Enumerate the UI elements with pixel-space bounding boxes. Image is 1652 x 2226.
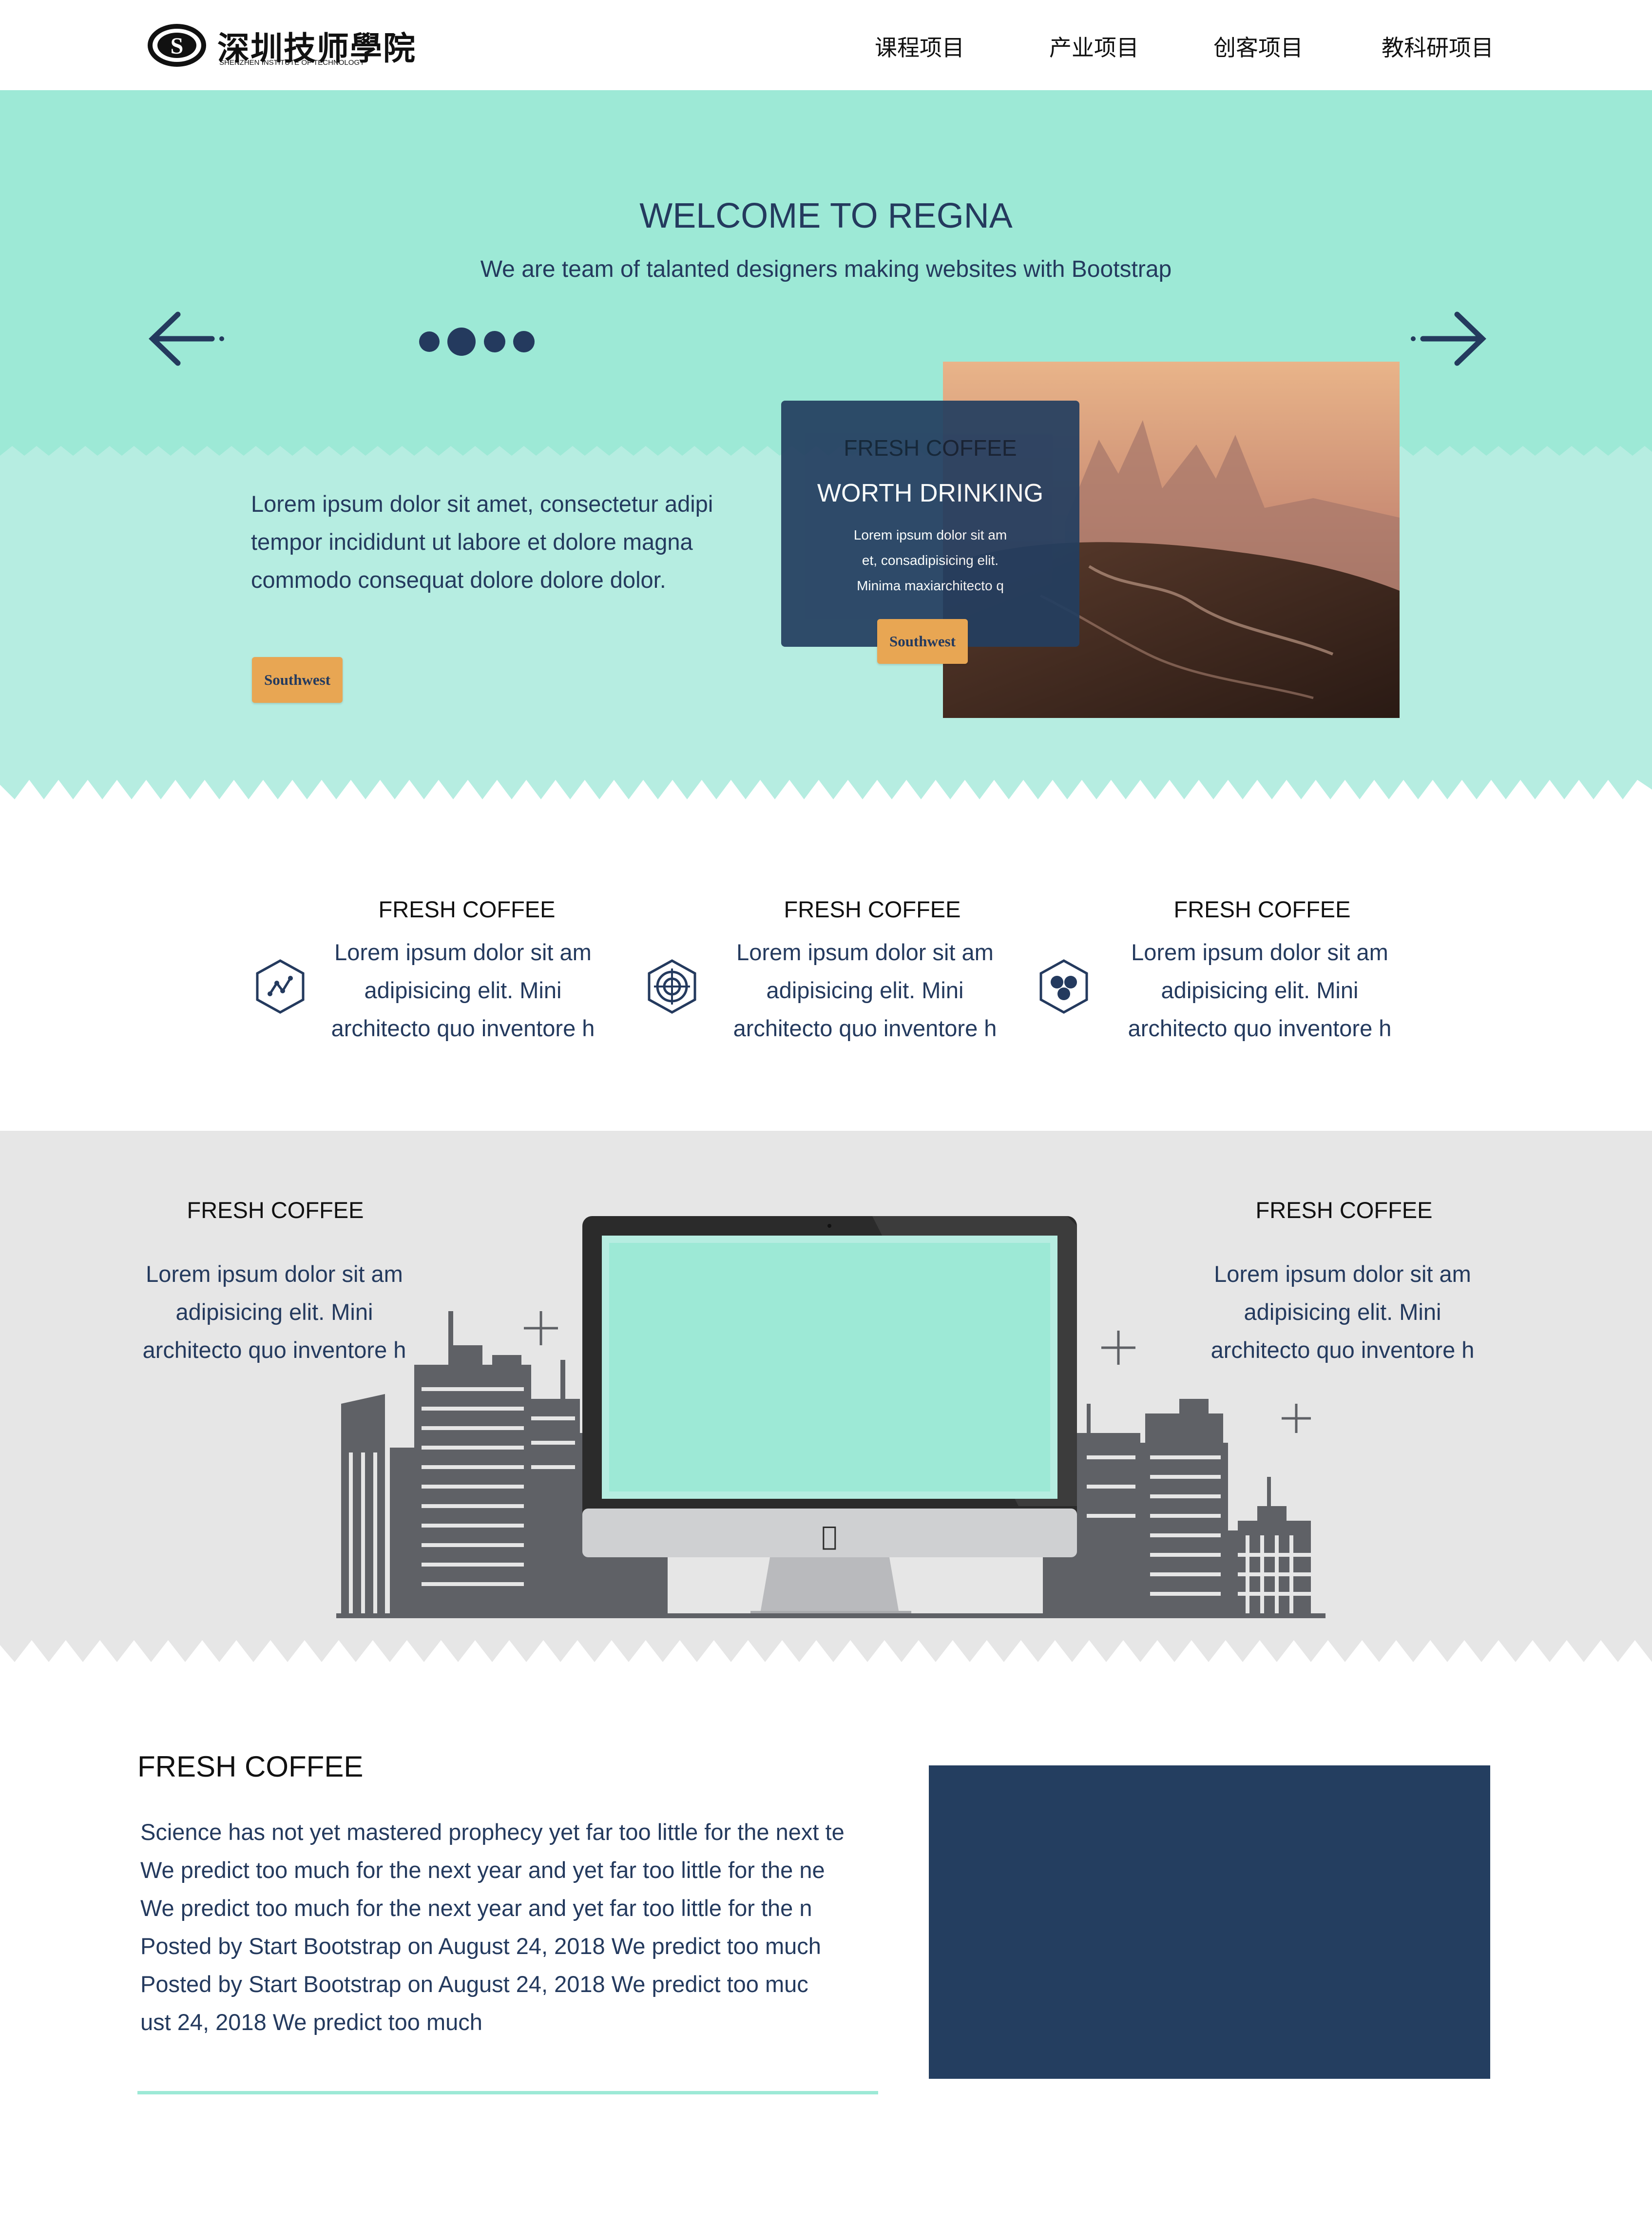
molecule-hex-icon — [1039, 959, 1088, 1014]
showcase-zigzag-divider — [0, 1635, 1652, 1662]
carousel-dot[interactable] — [483, 331, 505, 352]
feature-title: FRESH COFFEE — [378, 896, 556, 922]
nav-item-maker[interactable]: 创客项目 — [1213, 30, 1303, 62]
feature-title: FRESH COFFEE — [784, 896, 961, 922]
hero-description: Lorem ipsum dolor sit amet, consectetur … — [251, 485, 738, 599]
carousel-indicators — [419, 328, 540, 357]
nav-item-research[interactable]: 教科研项目 — [1382, 30, 1494, 62]
chart-hex-icon — [256, 959, 305, 1014]
hero-southwest-button[interactable]: Southwest — [252, 657, 343, 703]
feature-text-line: adipisicing elit. Mini — [364, 977, 562, 1003]
carousel-dot-active[interactable] — [447, 328, 476, 356]
card-southwest-button[interactable]: Southwest — [877, 619, 968, 664]
blog-text-line: We predict too much for the next year an… — [140, 1895, 812, 1921]
school-logo[interactable]: S 深圳技师學院 SHENZHEN INSTITUTE OF TECHNOLOG… — [145, 19, 428, 72]
carousel-dot[interactable] — [513, 331, 535, 352]
city-monitor-illustration:  — [336, 1216, 1325, 1618]
feature-text-line: Lorem ipsum dolor sit am — [334, 939, 592, 965]
hero-bottom-zigzag — [0, 775, 1652, 799]
card-text: Lorem ipsum dolor sit am et, consadipisi… — [781, 523, 1079, 599]
svg-text:S: S — [171, 33, 184, 59]
blog-text-line: Science has not yet mastered prophecy ye… — [140, 1819, 845, 1845]
card-subtitle: WORTH DRINKING — [817, 479, 1044, 507]
feature-text-line: architecto quo inventore h — [1128, 1015, 1392, 1041]
blog-title: FRESH COFFEE — [137, 1750, 364, 1783]
feature-text-line: architecto quo inventore h — [331, 1015, 595, 1041]
card-text-line: Lorem ipsum dolor sit am — [853, 527, 1007, 542]
school-emblem-icon: S — [148, 24, 206, 67]
svg-text::  — [822, 1521, 837, 1551]
card-text-line: Minima maxiarchitecto q — [857, 578, 1004, 593]
logo-english-text: SHENZHEN INSTITUTE OF TECHNOLOGY — [219, 58, 365, 67]
hero-title: WELCOME TO REGNA — [639, 196, 1013, 235]
feature-title: FRESH COFFEE — [1173, 896, 1351, 922]
card-title: FRESH COFFEE — [844, 435, 1017, 461]
blog-text-line: Posted by Start Bootstrap on August 24, … — [140, 1971, 808, 1997]
feature-text: Lorem ipsum dolor sit am adipisicing eli… — [312, 933, 614, 1047]
feature-text-line: Lorem ipsum dolor sit am — [736, 939, 994, 965]
feature-text-line: adipisicing elit. Mini — [1161, 977, 1359, 1003]
card-text-line: et, consadipisicing elit. — [862, 553, 999, 568]
arrow-left-icon[interactable] — [144, 307, 227, 370]
top-navbar: S 深圳技师學院 SHENZHEN INSTITUTE OF TECHNOLOG… — [0, 0, 1652, 90]
feature-text: Lorem ipsum dolor sit am adipisicing eli… — [714, 933, 1016, 1047]
nav-item-industry[interactable]: 产业项目 — [1049, 30, 1139, 62]
feature-card: FRESH COFFEE WORTH DRINKING Lorem ipsum … — [781, 401, 1079, 647]
feature-text-line: adipisicing elit. Mini — [766, 977, 964, 1003]
nav-item-courses[interactable]: 课程项目 — [875, 30, 964, 62]
blog-text-line: Posted by Start Bootstrap on August 24, … — [140, 1933, 821, 1959]
carousel-dot[interactable] — [419, 331, 440, 352]
hero-text-line: tempor incididunt ut labore et dolore ma… — [251, 529, 693, 555]
hero-subtitle: We are team of talanted designers making… — [480, 256, 1172, 282]
arrow-right-icon[interactable] — [1408, 307, 1491, 370]
blog-text: Science has not yet mastered prophecy ye… — [140, 1813, 891, 2041]
blog-text-line: ust 24, 2018 We predict too much — [140, 2009, 482, 2035]
hero-text-line: commodo consequat dolore dolore dolor. — [251, 567, 666, 593]
feature-text-line: Lorem ipsum dolor sit am — [1131, 939, 1388, 965]
target-hex-icon — [648, 959, 696, 1014]
feature-text: Lorem ipsum dolor sit am adipisicing eli… — [1109, 933, 1411, 1047]
blog-divider — [137, 2091, 878, 2094]
feature-text-line: architecto quo inventore h — [733, 1015, 997, 1041]
hero-text-line: Lorem ipsum dolor sit amet, consectetur … — [251, 491, 713, 517]
blog-text-line: We predict too much for the next year an… — [140, 1857, 825, 1883]
media-placeholder — [929, 1765, 1490, 2079]
